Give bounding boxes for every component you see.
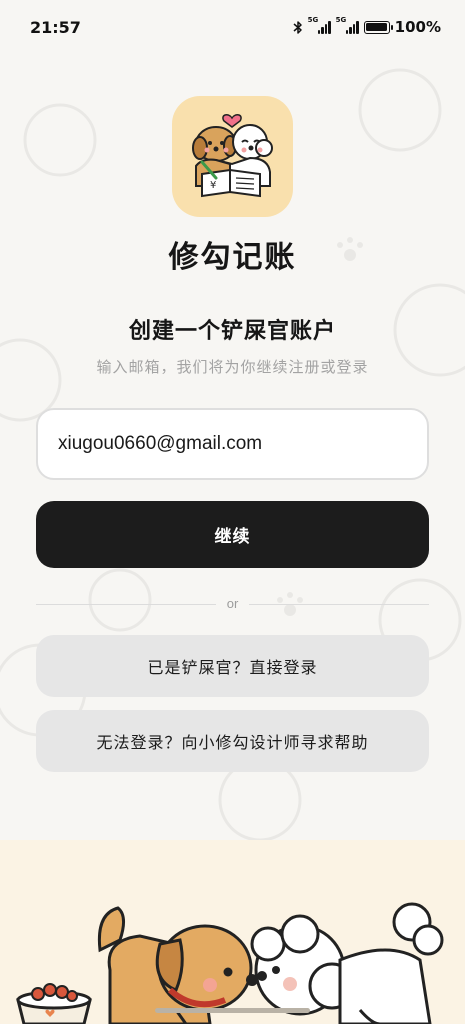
- bottom-illustration: [0, 840, 465, 1024]
- page-subtitle: 输入邮箱，我们将为你继续注册或登录: [96, 358, 369, 376]
- direct-login-button[interactable]: 已是铲屎官？直接登录: [36, 635, 429, 697]
- bluetooth-icon: [293, 20, 302, 34]
- two-dogs-with-food-bowl-illustration: [16, 902, 444, 1024]
- app-name: 修勾记账: [168, 240, 297, 275]
- svg-text:¥: ¥: [210, 180, 216, 191]
- divider-line-right: [249, 604, 429, 605]
- network-type-1: 5G: [307, 16, 319, 24]
- home-indicator[interactable]: [155, 1008, 310, 1013]
- page-title: 创建一个铲屎官账户: [128, 319, 336, 344]
- cellular-signal-1-icon: 5G: [308, 16, 331, 34]
- or-divider: or: [36, 596, 429, 612]
- get-help-button[interactable]: 无法登录？向小修勾设计师寻求帮助: [36, 710, 429, 772]
- app-logo: ¥: [172, 96, 293, 217]
- status-time: 21:57: [30, 18, 81, 37]
- email-field[interactable]: [36, 408, 429, 480]
- continue-button[interactable]: 继续: [36, 501, 429, 568]
- status-icons: 5G 5G 100%: [293, 16, 441, 36]
- battery-icon: [363, 20, 393, 34]
- battery-percent: 100%: [394, 18, 441, 36]
- network-type-2: 5G: [335, 16, 347, 24]
- dog-bookkeeping-logo-icon: ¥: [192, 113, 273, 198]
- signup-screen: 21:57 5G 5G 100% ¥ 修勾记账 创建一个铲屎官账户 输入邮箱，我…: [0, 0, 465, 1024]
- status-bar: 21:57 5G 5G 100%: [0, 0, 465, 56]
- cellular-signal-2-icon: 5G: [336, 16, 359, 34]
